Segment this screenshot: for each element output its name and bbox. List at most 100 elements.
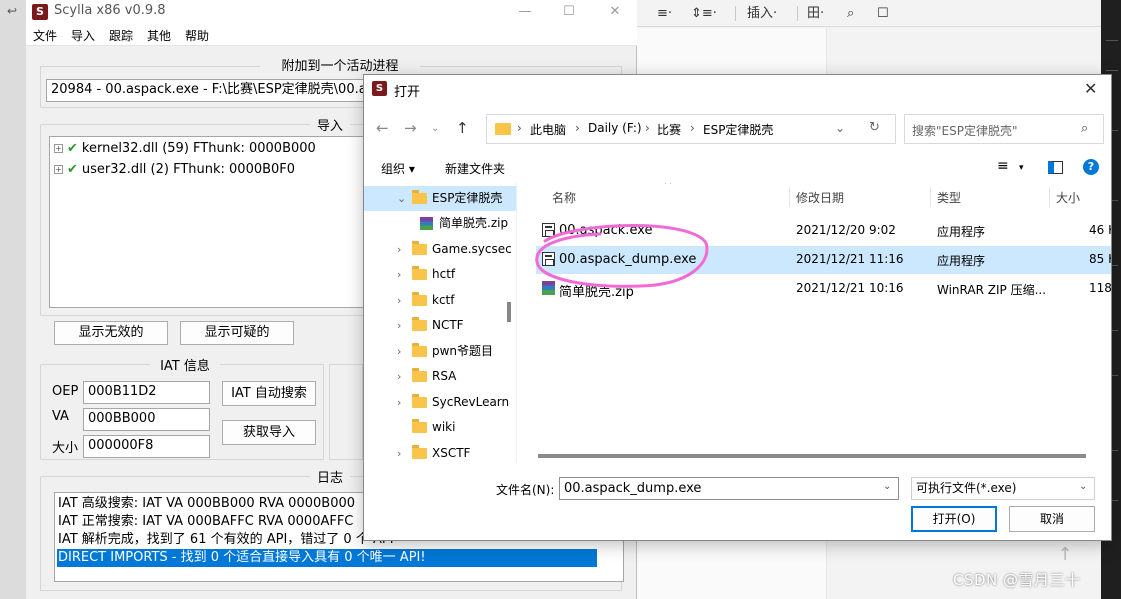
help-icon[interactable]: ? xyxy=(1083,159,1099,175)
filetype-dropdown-icon[interactable]: ⌄ xyxy=(1079,481,1087,492)
file-name: 00.aspack_dump.exe xyxy=(559,252,697,267)
menu-file[interactable]: 文件 xyxy=(33,27,57,44)
expand-icon[interactable]: › xyxy=(397,237,401,262)
breadcrumb-this-pc[interactable]: 此电脑 xyxy=(530,121,566,138)
line-spacing-icon[interactable]: ⇕≡· xyxy=(691,4,717,23)
organize-button[interactable]: 组织 ▾ xyxy=(381,160,415,177)
collapse-icon[interactable]: ⌄ xyxy=(397,186,406,211)
menu-trace[interactable]: 跟踪 xyxy=(109,27,133,44)
column-size[interactable]: 大小 xyxy=(1056,189,1080,206)
get-imports-button[interactable]: 获取导入 xyxy=(222,420,316,445)
breadcrumb-drive[interactable]: Daily (F:) xyxy=(588,121,642,135)
expand-icon[interactable]: › xyxy=(397,390,401,415)
tree-item-esp[interactable]: ⌄ ESP定律脱壳 xyxy=(364,186,516,211)
find-icon[interactable]: ⌕ xyxy=(847,4,854,23)
refresh-icon[interactable]: ↻ xyxy=(869,120,880,135)
tree-item-label: kctf xyxy=(432,293,455,307)
tree-scrollbar[interactable] xyxy=(507,302,511,322)
menu-imports[interactable]: 导入 xyxy=(71,27,95,44)
import-module-row[interactable]: + ✔ kernel32.dll (59) FThunk: 0000B000 xyxy=(54,140,316,158)
dialog-titlebar[interactable]: S 打开 ✕ xyxy=(364,75,1111,103)
menu-misc[interactable]: 其他 xyxy=(147,27,171,44)
column-separator[interactable] xyxy=(1049,187,1050,207)
import-module-row[interactable]: + ✔ user32.dll (2) FThunk: 0000B0F0 xyxy=(54,161,295,179)
breadcrumb-folder[interactable]: 比赛 xyxy=(657,121,681,138)
expand-icon[interactable]: › xyxy=(397,262,401,287)
scroll-to-top-icon[interactable]: ↑ xyxy=(1050,540,1080,570)
up-icon[interactable]: ↑ xyxy=(456,119,469,137)
table-icon[interactable]: 田· xyxy=(807,4,824,23)
folder-icon xyxy=(412,190,427,204)
toolbar-separator xyxy=(735,6,736,21)
expand-icon[interactable]: › xyxy=(397,364,401,389)
forward-icon[interactable]: → xyxy=(404,119,417,137)
oep-field[interactable]: 000B11D2 xyxy=(83,381,210,404)
close-icon[interactable]: ✕ xyxy=(600,2,630,22)
expand-icon[interactable]: › xyxy=(397,288,401,313)
maximize-icon[interactable]: ☐ xyxy=(554,2,584,22)
address-bar[interactable]: › 此电脑 › Daily (F:) › 比赛 › ESP定律脱壳 ⌄ ↻ xyxy=(486,114,896,144)
scylla-titlebar[interactable]: S Scylla x86 v0.9.8 — ☐ ✕ xyxy=(26,0,637,24)
view-dropdown-icon[interactable]: ▾ xyxy=(1019,163,1024,173)
column-name[interactable]: 名称 xyxy=(552,189,576,206)
expand-icon[interactable]: › xyxy=(397,339,401,364)
open-button[interactable]: 打开(O) xyxy=(911,506,997,532)
va-field[interactable]: 000BB000 xyxy=(83,408,210,431)
expand-icon[interactable]: › xyxy=(397,441,401,463)
tree-item-label: ESP定律脱壳 xyxy=(432,191,503,205)
import-module-label: user32.dll (2) FThunk: 0000B0F0 xyxy=(81,162,296,177)
tree-item-xsctf[interactable]: › XSCTF xyxy=(364,441,516,463)
align-icon[interactable]: ≡· xyxy=(657,4,672,23)
expand-icon[interactable]: + xyxy=(54,144,63,153)
tree-item-sycrev[interactable]: › SycRevLearn xyxy=(364,390,516,415)
folder-icon xyxy=(412,343,427,357)
tree-item-wiki[interactable]: wiki xyxy=(364,415,516,440)
size-field[interactable]: 000000F8 xyxy=(83,435,210,458)
column-modified[interactable]: 修改日期 xyxy=(796,189,844,206)
minimize-icon[interactable]: — xyxy=(510,2,540,22)
imports-tree[interactable]: + ✔ kernel32.dll (59) FThunk: 0000B000 + ✔ u… xyxy=(49,136,369,308)
expand-icon[interactable]: › xyxy=(397,313,401,338)
column-separator[interactable] xyxy=(930,187,931,207)
file-row[interactable]: 00.aspack.exe 2021/12/20 9:02 应用程序 46 K xyxy=(536,217,1111,245)
tree-item-rsa[interactable]: › RSA xyxy=(364,364,516,389)
close-icon[interactable]: ✕ xyxy=(1084,79,1097,98)
tree-item-game[interactable]: › Game.sycsec xyxy=(364,237,516,262)
filename-input[interactable]: 00.aspack_dump.exe xyxy=(559,477,899,500)
file-row-selected[interactable]: 00.aspack_dump.exe 2021/12/21 11:16 应用程序… xyxy=(536,246,1111,274)
tree-item-pwn[interactable]: › pwn爷题目 xyxy=(364,339,516,364)
tree-item-kctf[interactable]: › kctf xyxy=(364,288,516,313)
preview-pane-icon[interactable] xyxy=(1048,161,1063,174)
filename-dropdown-icon[interactable]: ⌄ xyxy=(883,481,891,492)
comment-icon[interactable]: ☐ xyxy=(877,4,889,23)
new-folder-button[interactable]: 新建文件夹 xyxy=(445,160,505,177)
back-icon[interactable]: ← xyxy=(376,119,389,137)
scylla-title: Scylla x86 v0.9.8 xyxy=(54,3,166,18)
file-list-hscroll-track[interactable] xyxy=(536,453,1106,459)
cancel-button[interactable]: 取消 xyxy=(1009,506,1095,532)
insert-menu[interactable]: 插入· xyxy=(747,4,777,23)
column-type[interactable]: 类型 xyxy=(937,189,961,206)
tree-item-label: RSA xyxy=(432,369,457,383)
show-invalid-button[interactable]: 显示无效的 xyxy=(54,321,168,345)
process-select[interactable]: 20984 - 00.aspack.exe - F:\比赛\ESP定律脱壳\00… xyxy=(46,79,376,102)
breadcrumb-current[interactable]: ESP定律脱壳 xyxy=(703,121,773,138)
file-name: 00.aspack.exe xyxy=(559,223,653,238)
iat-autosearch-button[interactable]: IAT 自动搜索 xyxy=(222,381,316,406)
tree-item-nctf[interactable]: › NCTF xyxy=(364,313,516,338)
file-row[interactable]: 简单脱壳.zip 2021/12/21 10:16 WinRAR ZIP 压缩.… xyxy=(536,275,1111,303)
tree-item-hctf[interactable]: › hctf xyxy=(364,262,516,287)
menu-help[interactable]: 帮助 xyxy=(185,27,209,44)
file-list-hscrollbar[interactable] xyxy=(538,454,1086,458)
address-dropdown-icon[interactable]: ⌄ xyxy=(835,121,845,135)
recent-dropdown-icon[interactable]: ⌄ xyxy=(431,123,439,134)
view-options-icon[interactable]: ≡ xyxy=(997,158,1009,174)
log-entry-selected[interactable]: DIRECT IMPORTS - 找到 0 个适合直接导入具有 0 个唯一 AP… xyxy=(57,549,597,567)
filetype-select[interactable]: 可执行文件(*.exe) xyxy=(911,477,1095,500)
tree-item-zip[interactable]: 简单脱壳.zip xyxy=(364,211,516,236)
show-suspect-button[interactable]: 显示可疑的 xyxy=(180,321,294,345)
file-name: 简单脱壳.zip xyxy=(559,285,634,300)
expand-icon[interactable]: + xyxy=(54,165,63,174)
column-separator[interactable] xyxy=(789,187,790,207)
search-box[interactable]: 搜索"ESP定律脱壳" ⌕ xyxy=(904,114,1104,144)
